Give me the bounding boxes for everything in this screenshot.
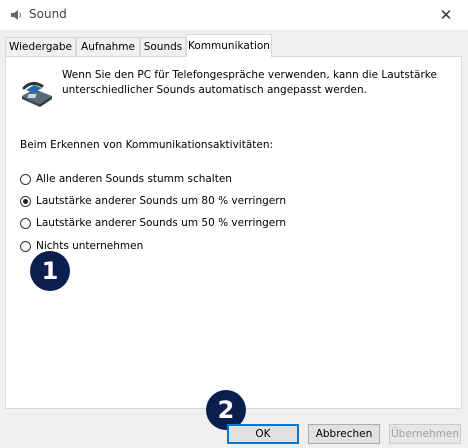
- apply-button[interactable]: Übernehmen: [389, 424, 461, 444]
- radio-button[interactable]: [20, 217, 31, 229]
- close-icon: ✕: [439, 6, 453, 24]
- option-reduce-50[interactable]: Lautstärke anderer Sounds um 50 % verrin…: [20, 215, 286, 231]
- cancel-button[interactable]: Abbrechen: [308, 424, 380, 444]
- ok-button[interactable]: OK: [227, 424, 299, 444]
- radio-button[interactable]: [20, 173, 31, 185]
- communications-panel: Wenn Sie den PC für Telefongespräche ver…: [5, 56, 462, 409]
- speaker-icon: [11, 10, 21, 20]
- radio-button[interactable]: [20, 240, 31, 252]
- option-reduce-80[interactable]: Lautstärke anderer Sounds um 80 % verrin…: [20, 193, 286, 209]
- tab-wiedergabe[interactable]: Wiedergabe: [5, 37, 76, 56]
- option-do-nothing[interactable]: Nichts unternehmen: [20, 238, 143, 254]
- title-bar: Sound ✕: [0, 0, 468, 30]
- step-badge-1: 1: [30, 251, 70, 291]
- window-title: Sound: [29, 7, 67, 21]
- tab-aufnahme[interactable]: Aufnahme: [76, 37, 140, 56]
- close-button[interactable]: ✕: [424, 0, 468, 30]
- option-mute-all[interactable]: Alle anderen Sounds stumm schalten: [20, 171, 232, 187]
- intro-text: Wenn Sie den PC für Telefongespräche ver…: [62, 69, 437, 96]
- section-label: Beim Erkennen von Kommunikationsaktivitä…: [20, 139, 274, 151]
- tab-sounds[interactable]: Sounds: [140, 37, 186, 56]
- radio-button-selected[interactable]: [20, 195, 31, 207]
- telephone-icon: [22, 81, 52, 107]
- tab-kommunikation[interactable]: Kommunikation: [186, 34, 272, 57]
